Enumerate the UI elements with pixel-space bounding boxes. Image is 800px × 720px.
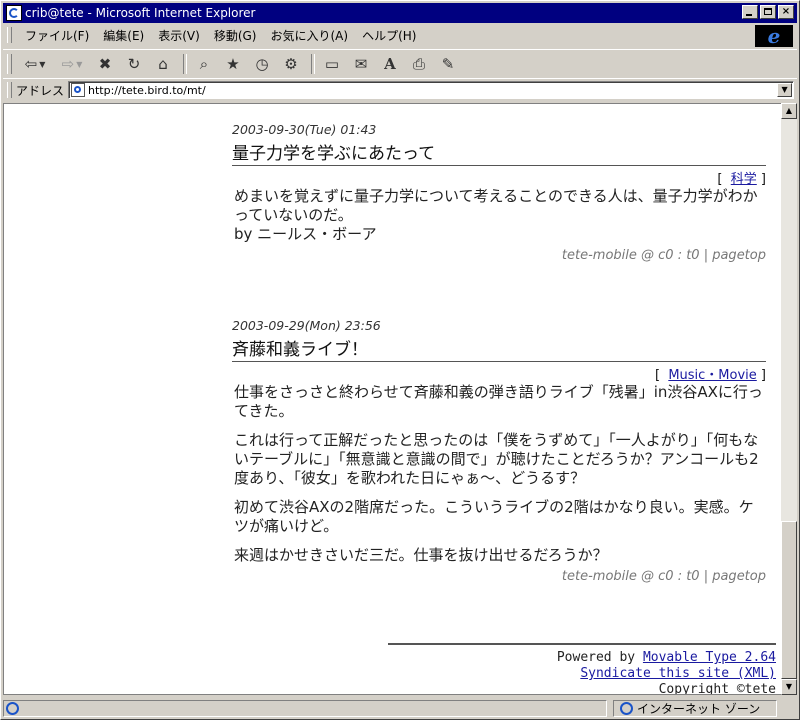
- window-title: crib@tete - Microsoft Internet Explorer: [25, 6, 256, 20]
- entry-body: めまいを覚えずに量子力学について考えることのできる人は、量子力学がわかっていない…: [232, 187, 766, 244]
- entry-category: [ Music・Movie ]: [654, 368, 766, 383]
- address-input[interactable]: [88, 83, 749, 97]
- entry-body: 仕事をさっさと終わらせて斉藤和義の弾き語りライブ「残暑」in渋谷AXに行ってきた…: [232, 383, 766, 565]
- toolbar-separator: [183, 54, 187, 74]
- favorites-icon: ★: [226, 55, 240, 73]
- resize-grip[interactable]: [777, 700, 793, 717]
- address-dropdown-button[interactable]: ▼: [777, 83, 793, 97]
- address-label: アドレス: [16, 83, 65, 98]
- search-icon: ⌕: [199, 55, 209, 73]
- zone-label: インターネット ゾーン: [637, 701, 761, 716]
- minimize-button[interactable]: [742, 5, 758, 19]
- refresh-icon: ↻: [127, 55, 141, 73]
- entry-paragraph: 初めて渋谷AXの2階席だった。こういうライブの2階はかなり良い。実感。ケツが痛い…: [234, 498, 754, 535]
- history-button[interactable]: ◷: [249, 53, 275, 75]
- browser-window: crib@tete - Microsoft Internet Explorer …: [0, 0, 800, 720]
- print-button[interactable]: ⎙: [406, 53, 432, 75]
- stop-icon: ✖: [98, 55, 112, 73]
- address-grip[interactable]: [7, 82, 12, 98]
- fullscreen-icon: ▭: [324, 55, 340, 73]
- category-link[interactable]: 科学: [731, 172, 757, 187]
- favorites-button[interactable]: ★: [220, 53, 246, 75]
- forward-icon: ⇨: [61, 55, 75, 73]
- mail-button[interactable]: ✉: [348, 53, 374, 75]
- page-icon: [71, 83, 86, 97]
- menu-file[interactable]: ファイル(F): [18, 27, 96, 44]
- page-status-icon: [6, 701, 19, 715]
- edit-icon: ✎: [441, 55, 455, 73]
- print-icon: ⎙: [412, 55, 425, 73]
- home-icon: ⌂: [158, 55, 168, 73]
- movable-type-link[interactable]: Movable Type 2.64: [643, 650, 776, 665]
- scroll-down-button[interactable]: ▼: [781, 679, 797, 695]
- mail-icon: ✉: [354, 55, 368, 73]
- address-bar: アドレス ▼: [3, 78, 797, 101]
- entry-meta: tete-mobile @ c0 : t0 | pagetop: [561, 248, 766, 263]
- entry-paragraph: めまいを覚えずに量子力学について考えることのできる人は、量子力学がわかっていない…: [234, 187, 758, 243]
- entry-title: 量子力学を学ぶにあたって: [232, 139, 766, 166]
- fullscreen-button[interactable]: ▭: [319, 53, 345, 75]
- edit-button[interactable]: ✎: [435, 53, 461, 75]
- ie-logo-icon: e: [755, 24, 793, 48]
- address-box[interactable]: ▼: [68, 81, 795, 99]
- refresh-button[interactable]: ↻: [121, 53, 147, 75]
- menu-help[interactable]: ヘルプ(H): [355, 27, 423, 44]
- title-bar[interactable]: crib@tete - Microsoft Internet Explorer …: [3, 3, 797, 23]
- internet-zone-icon: [620, 701, 633, 715]
- status-text-area: [3, 699, 607, 717]
- ie-page-icon: [6, 5, 22, 21]
- standard-toolbar: ⇦ ▼ ⇨ ▼ ✖ ↻ ⌂ ⌕ ★ ◷ ⚙ ▭ ✉ A ⎙ ✎: [3, 49, 797, 79]
- blog-entry: 2003-09-29(Mon) 23:56 斉藤和義ライブ！ [ Music・M…: [232, 318, 766, 584]
- font-icon: A: [384, 55, 396, 73]
- channels-button[interactable]: ⚙: [278, 53, 304, 75]
- stop-button[interactable]: ✖: [92, 53, 118, 75]
- back-icon: ⇦: [24, 55, 38, 73]
- entry-paragraph: これは行って正解だったと思ったのは「僕をうずめて」「一人よがり」「何もないテーブ…: [234, 431, 759, 487]
- entry-category: [ 科学 ]: [717, 172, 766, 187]
- entry-paragraph: 来週はかせきさいだ三だ。仕事を抜け出せるだろうか？: [234, 546, 608, 564]
- entry-meta: tete-mobile @ c0 : t0 | pagetop: [561, 569, 766, 584]
- menu-edit[interactable]: 編集(E): [96, 27, 151, 44]
- scroll-up-button[interactable]: ▲: [781, 103, 797, 119]
- vertical-scrollbar[interactable]: ▲ ▼: [781, 103, 797, 695]
- menu-go[interactable]: 移動(G): [207, 27, 264, 44]
- font-size-button[interactable]: A: [377, 53, 403, 75]
- category-link[interactable]: Music・Movie: [668, 368, 756, 383]
- search-button[interactable]: ⌕: [191, 53, 217, 75]
- powered-by-label: Powered by: [556, 650, 643, 665]
- history-icon: ◷: [255, 55, 269, 73]
- entry-date: 2003-09-29(Mon) 23:56: [232, 318, 381, 333]
- toolbar-grip[interactable]: [7, 54, 12, 74]
- powered-by: Powered by Movable Type 2.64: [388, 650, 776, 666]
- entry-paragraph: 仕事をさっさと終わらせて斉藤和義の弾き語りライブ「残暑」in渋谷AXに行ってきた…: [234, 383, 763, 420]
- maximize-button[interactable]: [760, 5, 776, 19]
- blog-entry: 2003-09-30(Tue) 01:43 量子力学を学ぶにあたって [ 科学 …: [232, 122, 766, 263]
- close-button[interactable]: ×: [778, 5, 794, 19]
- copyright: Copyright ©tete: [658, 682, 776, 695]
- page-footer: Powered by Movable Type 2.64 Syndicate t…: [388, 643, 776, 695]
- scroll-thumb[interactable]: [781, 521, 797, 679]
- page-content[interactable]: 2003-09-30(Tue) 01:43 量子力学を学ぶにあたって [ 科学 …: [3, 103, 781, 695]
- menu-view[interactable]: 表示(V): [151, 27, 207, 44]
- entry-title: 斉藤和義ライブ！: [232, 335, 766, 362]
- menu-bar: ファイル(F) 編集(E) 表示(V) 移動(G) お気に入り(A) ヘルプ(H…: [3, 24, 755, 46]
- back-button[interactable]: ⇦ ▼: [18, 53, 52, 75]
- menu-grip[interactable]: [7, 27, 12, 43]
- security-zone: インターネット ゾーン: [613, 699, 777, 717]
- channels-icon: ⚙: [284, 55, 298, 73]
- forward-button[interactable]: ⇨ ▼: [55, 53, 89, 75]
- menu-favorites[interactable]: お気に入り(A): [263, 27, 355, 44]
- entry-date: 2003-09-30(Tue) 01:43: [232, 122, 377, 137]
- syndicate-link[interactable]: Syndicate this site (XML): [580, 666, 776, 681]
- home-button[interactable]: ⌂: [150, 53, 176, 75]
- status-bar: インターネット ゾーン: [3, 698, 797, 718]
- toolbar-separator: [311, 54, 315, 74]
